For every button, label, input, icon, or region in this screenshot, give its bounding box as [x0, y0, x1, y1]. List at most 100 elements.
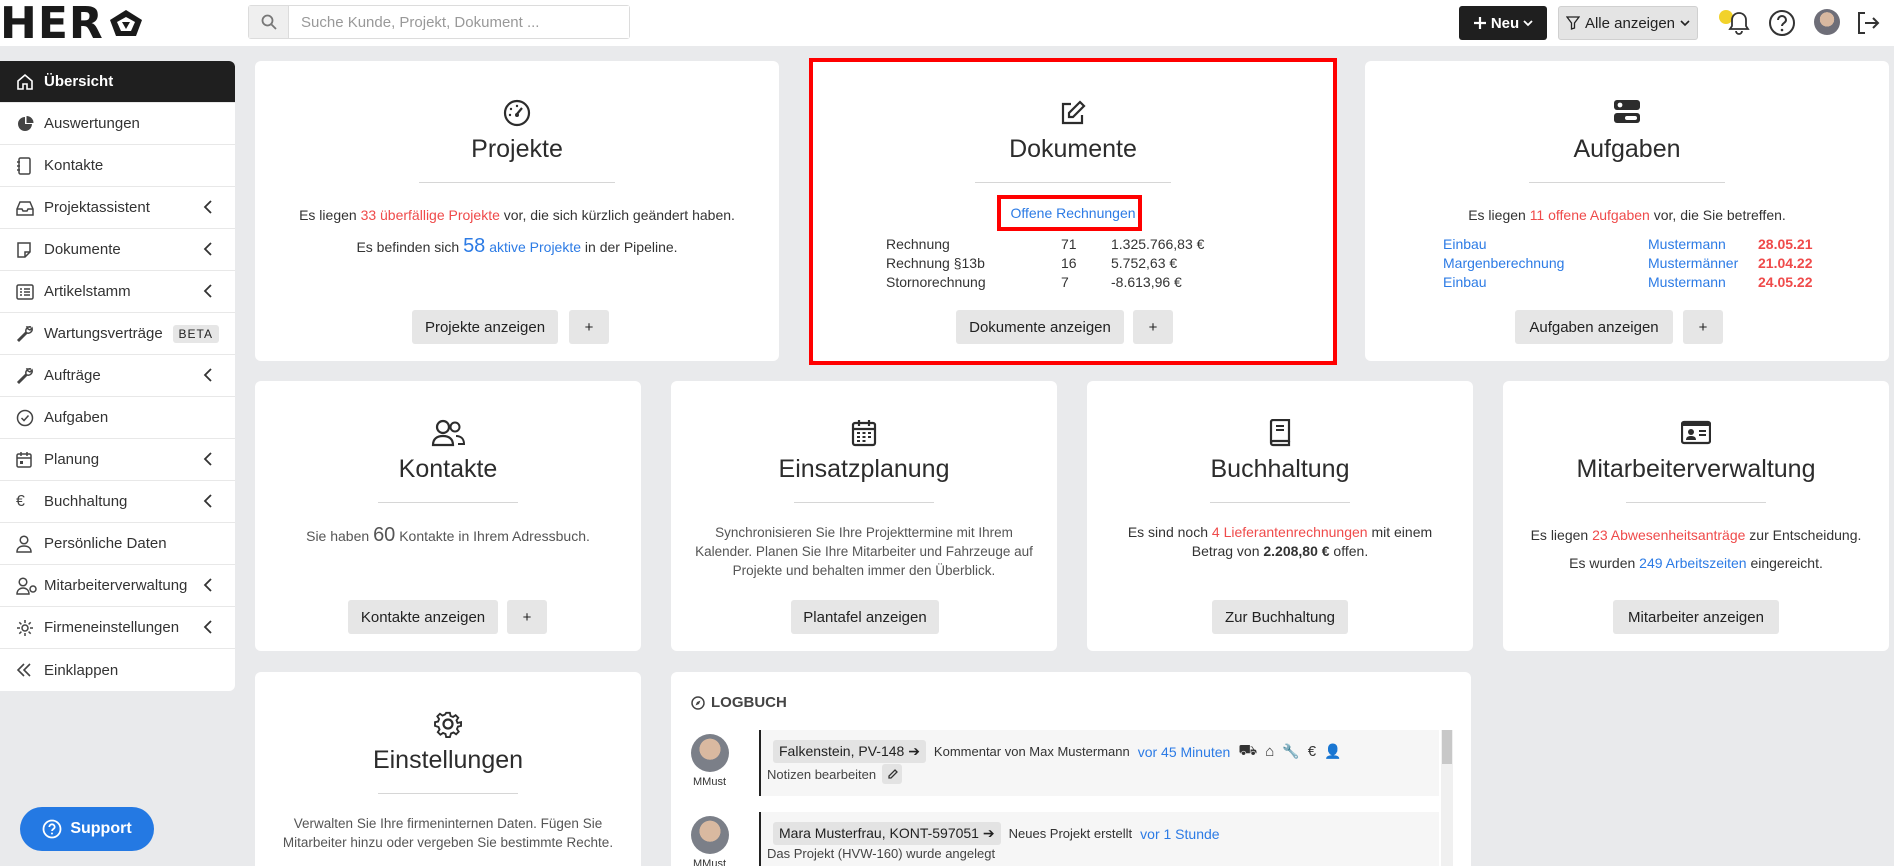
new-button[interactable]: Neu [1459, 6, 1547, 40]
projekte-show-button[interactable]: Projekte anzeigen [412, 310, 558, 344]
divider [419, 182, 615, 183]
logo[interactable]: HER [0, 0, 146, 49]
user-icon [16, 534, 38, 553]
euro-icon[interactable]: € [1308, 743, 1316, 760]
open-tasks-link[interactable]: 11 offene Aufgaben [1530, 207, 1650, 223]
sidebar-item-auswertungen[interactable]: Auswertungen [0, 103, 235, 145]
aufgaben-add-button[interactable]: + [1683, 310, 1723, 344]
divider [794, 502, 934, 503]
aufgaben-open-text: Es liegen 11 offene Aufgaben vor, die Si… [1385, 206, 1869, 225]
wrench-icon[interactable]: 🔧 [1282, 743, 1299, 760]
task-person[interactable]: Mustermann [1648, 274, 1758, 293]
card-title: Aufgaben [1573, 135, 1681, 163]
sidebar-item-label: Aufträge [44, 367, 101, 384]
support-label: Support [70, 820, 132, 837]
home-icon [16, 73, 38, 91]
log-entity: Mara Musterfrau, KONT-597051 [779, 825, 979, 841]
einstellungen-text: Verwalten Sie Ihre firmeninternen Daten.… [282, 816, 614, 850]
worktime-link[interactable]: 249 Arbeitszeiten [1639, 555, 1746, 571]
mitarbeiter-show-button[interactable]: Mitarbeiter anzeigen [1613, 600, 1779, 634]
overdue-projects-link[interactable]: 33 überfällige Projekte [361, 207, 500, 223]
kontakte-count-text: Sie haben 60 Kontakte in Ihrem Adressbuc… [275, 525, 621, 546]
user-icon[interactable]: 👤 [1324, 743, 1341, 760]
text: Kontakte in Ihrem Adressbuch. [395, 528, 590, 544]
sidebar-item-auftraege[interactable]: Aufträge [0, 355, 235, 397]
support-button[interactable]: Support [20, 807, 154, 851]
text: vor, die Sie betreffen. [1649, 207, 1786, 223]
list-item[interactable]: Margenberechnung Mustermänner 21.04.22 [1443, 255, 1828, 274]
tasks-icon [1365, 99, 1889, 131]
mitarbeiter-absence-text: Es liegen 23 Abwesenheitsanträge zur Ent… [1513, 526, 1879, 545]
avatar[interactable] [691, 734, 729, 772]
card-title: Einsatzplanung [778, 455, 950, 483]
sidebar-item-dokumente[interactable]: Dokumente [0, 229, 235, 271]
chevron-left-icon [203, 242, 212, 256]
avatar[interactable] [691, 816, 729, 854]
task-name[interactable]: Einbau [1443, 236, 1648, 255]
task-date: 21.04.22 [1758, 255, 1813, 271]
bell-icon[interactable] [1724, 8, 1754, 38]
sidebar-item-uebersicht[interactable]: Übersicht [0, 61, 235, 103]
pencil-icon[interactable] [882, 764, 903, 784]
home-icon[interactable]: ⌂ [1265, 743, 1274, 760]
double-chevron-left-icon [16, 661, 38, 679]
sidebar-item-label: Firmeneinstellungen [44, 619, 180, 636]
plantafel-show-button[interactable]: Plantafel anzeigen [791, 600, 939, 634]
logbuch-scrollbar[interactable] [1441, 730, 1453, 866]
aufgaben-show-button[interactable]: Aufgaben anzeigen [1515, 310, 1673, 344]
list-item[interactable]: Einbau Mustermann 28.05.21 [1443, 236, 1828, 255]
search-icon[interactable] [249, 6, 289, 38]
sidebar-item-mitarbeiterverwaltung[interactable]: Mitarbeiterverwaltung [0, 565, 235, 607]
sidebar-item-persoenliche-daten[interactable]: Persönliche Daten [0, 523, 235, 565]
log-entity-chip[interactable]: Mara Musterfrau, KONT-597051 ➔ [773, 822, 1001, 845]
text: Es wurden [1569, 555, 1640, 571]
task-name[interactable]: Margenberechnung [1443, 255, 1648, 274]
task-person[interactable]: Mustermänner [1648, 255, 1758, 274]
buchhaltung-button[interactable]: Zur Buchhaltung [1212, 600, 1348, 634]
sidebar-item-label: Persönliche Daten [44, 535, 167, 552]
sidebar-item-wartungsvertraege[interactable]: Wartungsverträge BETA [0, 313, 235, 355]
sidebar-item-artikelstamm[interactable]: Artikelstamm [0, 271, 235, 313]
car-icon[interactable]: ⛟ [1238, 742, 1257, 761]
scrollbar-thumb[interactable] [1442, 730, 1452, 764]
sidebar-item-buchhaltung[interactable]: € Buchhaltung [0, 481, 235, 523]
log-action: Neues Projekt erstellt [1008, 826, 1133, 841]
search-input[interactable] [289, 6, 629, 38]
log-action: Kommentar von Max Mustermann [933, 744, 1130, 759]
log-time: vor 45 Minuten [1137, 743, 1231, 760]
active-projects-link[interactable]: aktive Projekte [485, 239, 581, 255]
sidebar-item-planung[interactable]: Planung [0, 439, 235, 481]
task-person[interactable]: Mustermann [1648, 236, 1758, 255]
list-item[interactable]: Einbau Mustermann 24.05.22 [1443, 274, 1828, 293]
log-entity-chip[interactable]: Falkenstein, PV-148 ➔ [773, 740, 926, 763]
gear-icon [16, 619, 38, 637]
plus-icon [1473, 17, 1486, 29]
chevron-down-icon [1523, 20, 1533, 27]
sidebar-item-label: Planung [44, 451, 100, 468]
text: Es liegen [1468, 207, 1530, 223]
sidebar-item-kontakte[interactable]: Kontakte [0, 145, 235, 187]
text: zur Entscheidung. [1745, 527, 1862, 543]
divider [378, 502, 518, 503]
search-bar[interactable] [248, 5, 630, 39]
kontakte-show-button[interactable]: Kontakte anzeigen [348, 600, 498, 634]
help-icon[interactable] [1767, 8, 1797, 38]
logbuch-list[interactable]: MMust Falkenstein, PV-148 ➔ Kommentar vo… [691, 730, 1451, 866]
compass-icon [691, 695, 705, 710]
filter-button[interactable]: Alle anzeigen [1558, 6, 1698, 40]
sidebar-item-aufgaben[interactable]: Aufgaben [0, 397, 235, 439]
logout-icon[interactable] [1853, 8, 1883, 38]
buchhaltung-card: Buchhaltung Es sind noch 4 Lieferantenre… [1087, 381, 1473, 651]
active-projects-count[interactable]: 58 [463, 235, 485, 257]
kontakte-add-button[interactable]: + [507, 600, 547, 634]
projekte-add-button[interactable]: + [569, 310, 609, 344]
supplier-invoices-link[interactable]: 4 Lieferantenrechnungen [1212, 524, 1368, 540]
sidebar-item-firmeneinstellungen[interactable]: Firmeneinstellungen [0, 607, 235, 649]
logbuch-panel: LOGBUCH MMust Falkenstein, PV-148 ➔ Komm… [671, 672, 1471, 866]
sidebar-item-einklappen[interactable]: Einklappen [0, 649, 235, 691]
sidebar-item-projektassistent[interactable]: Projektassistent [0, 187, 235, 229]
absence-requests-link[interactable]: 23 Abwesenheitsanträge [1592, 527, 1745, 543]
user-avatar[interactable] [1814, 9, 1840, 35]
task-name[interactable]: Einbau [1443, 274, 1648, 293]
log-entry-body: Falkenstein, PV-148 ➔ Kommentar von Max … [759, 730, 1439, 796]
